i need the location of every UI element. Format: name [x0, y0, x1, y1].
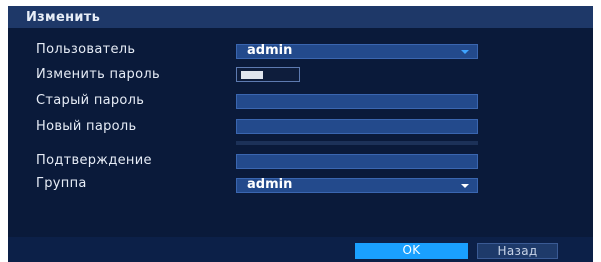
- ok-button[interactable]: OK: [355, 243, 468, 259]
- group-select[interactable]: admin: [236, 177, 478, 193]
- old-password-field[interactable]: [236, 94, 478, 109]
- confirm-password-field[interactable]: [236, 154, 478, 169]
- dialog-titlebar: Изменить: [8, 6, 593, 28]
- user-select-value: admin: [247, 43, 293, 58]
- user-select[interactable]: admin: [236, 43, 478, 59]
- confirm-label: Подтверждение: [36, 153, 152, 168]
- group-select-value: admin: [247, 177, 293, 192]
- dialog-title: Изменить: [26, 10, 101, 25]
- change-password-toggle[interactable]: [236, 67, 300, 82]
- chevron-down-icon: [461, 50, 469, 54]
- chevron-down-icon: [461, 184, 469, 188]
- password-strength-bar: [236, 141, 478, 145]
- user-label: Пользователь: [36, 42, 136, 57]
- new-password-field[interactable]: [236, 119, 478, 134]
- group-label: Группа: [36, 176, 87, 191]
- toggle-knob: [241, 71, 263, 79]
- edit-user-dialog: Изменить Пользователь admin Изменить пар…: [8, 6, 593, 262]
- new-password-label: Новый пароль: [36, 119, 137, 134]
- old-password-label: Старый пароль: [36, 93, 145, 108]
- change-password-label: Изменить пароль: [36, 67, 160, 82]
- back-button[interactable]: Назад: [477, 243, 558, 259]
